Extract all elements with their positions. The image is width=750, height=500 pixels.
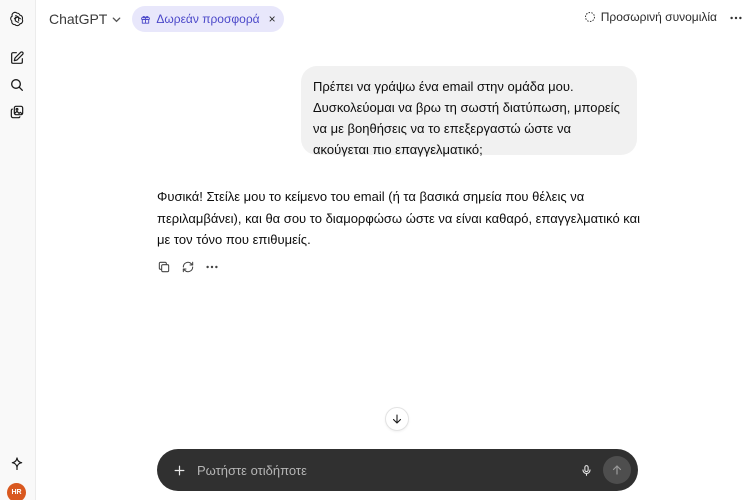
dashed-circle-icon: [584, 12, 595, 22]
temporary-chat-label: Προσωρινή συνομιλία: [600, 10, 717, 24]
search-icon[interactable]: [6, 74, 28, 96]
copy-icon: [158, 261, 170, 273]
chevron-down-icon: [113, 16, 121, 22]
attach-button[interactable]: [169, 460, 189, 480]
arrow-up-icon: [612, 465, 622, 475]
regenerate-button[interactable]: [181, 260, 195, 274]
arrow-down-icon: [392, 414, 402, 424]
sparkle-icon[interactable]: [6, 453, 28, 475]
more-actions-button[interactable]: [205, 260, 219, 274]
plus-icon: [174, 465, 184, 475]
new-chat-icon[interactable]: [6, 47, 28, 69]
temporary-chat-button[interactable]: Προσωρινή συνομιλία: [584, 10, 717, 24]
user-message-text: Πρέπει να γράψω ένα email στην ομάδα μου…: [313, 79, 620, 157]
model-switcher[interactable]: ChatGPT: [49, 11, 122, 27]
message-actions: [157, 260, 219, 274]
assistant-message-text: Φυσικά! Στείλε μου το κείμενο του email …: [157, 189, 641, 247]
scroll-to-bottom-button[interactable]: [385, 407, 409, 431]
model-name: ChatGPT: [49, 11, 108, 27]
more-options-icon[interactable]: [729, 11, 743, 25]
free-offer-pill[interactable]: Δωρεάν προσφορά ×: [132, 6, 284, 32]
send-button[interactable]: [603, 456, 631, 484]
refresh-icon: [182, 261, 194, 273]
offer-close-button[interactable]: ×: [269, 12, 276, 26]
library-icon[interactable]: [6, 101, 28, 123]
avatar-initials: HR: [11, 489, 22, 496]
copy-button[interactable]: [157, 260, 171, 274]
message-input[interactable]: [197, 462, 577, 478]
composer: [157, 449, 638, 491]
avatar[interactable]: HR: [7, 483, 26, 500]
offer-label: Δωρεάν προσφορά: [156, 12, 260, 26]
assistant-message: Φυσικά! Στείλε μου το κείμενο του email …: [157, 186, 642, 251]
ellipsis-icon: [206, 265, 218, 269]
dictate-button[interactable]: [577, 461, 595, 479]
sidebar: HR: [0, 0, 36, 500]
openai-logo-icon[interactable]: [6, 8, 28, 30]
microphone-icon: [581, 464, 591, 476]
gift-icon: [141, 15, 151, 24]
user-message: Πρέπει να γράψω ένα email στην ομάδα μου…: [301, 66, 637, 157]
